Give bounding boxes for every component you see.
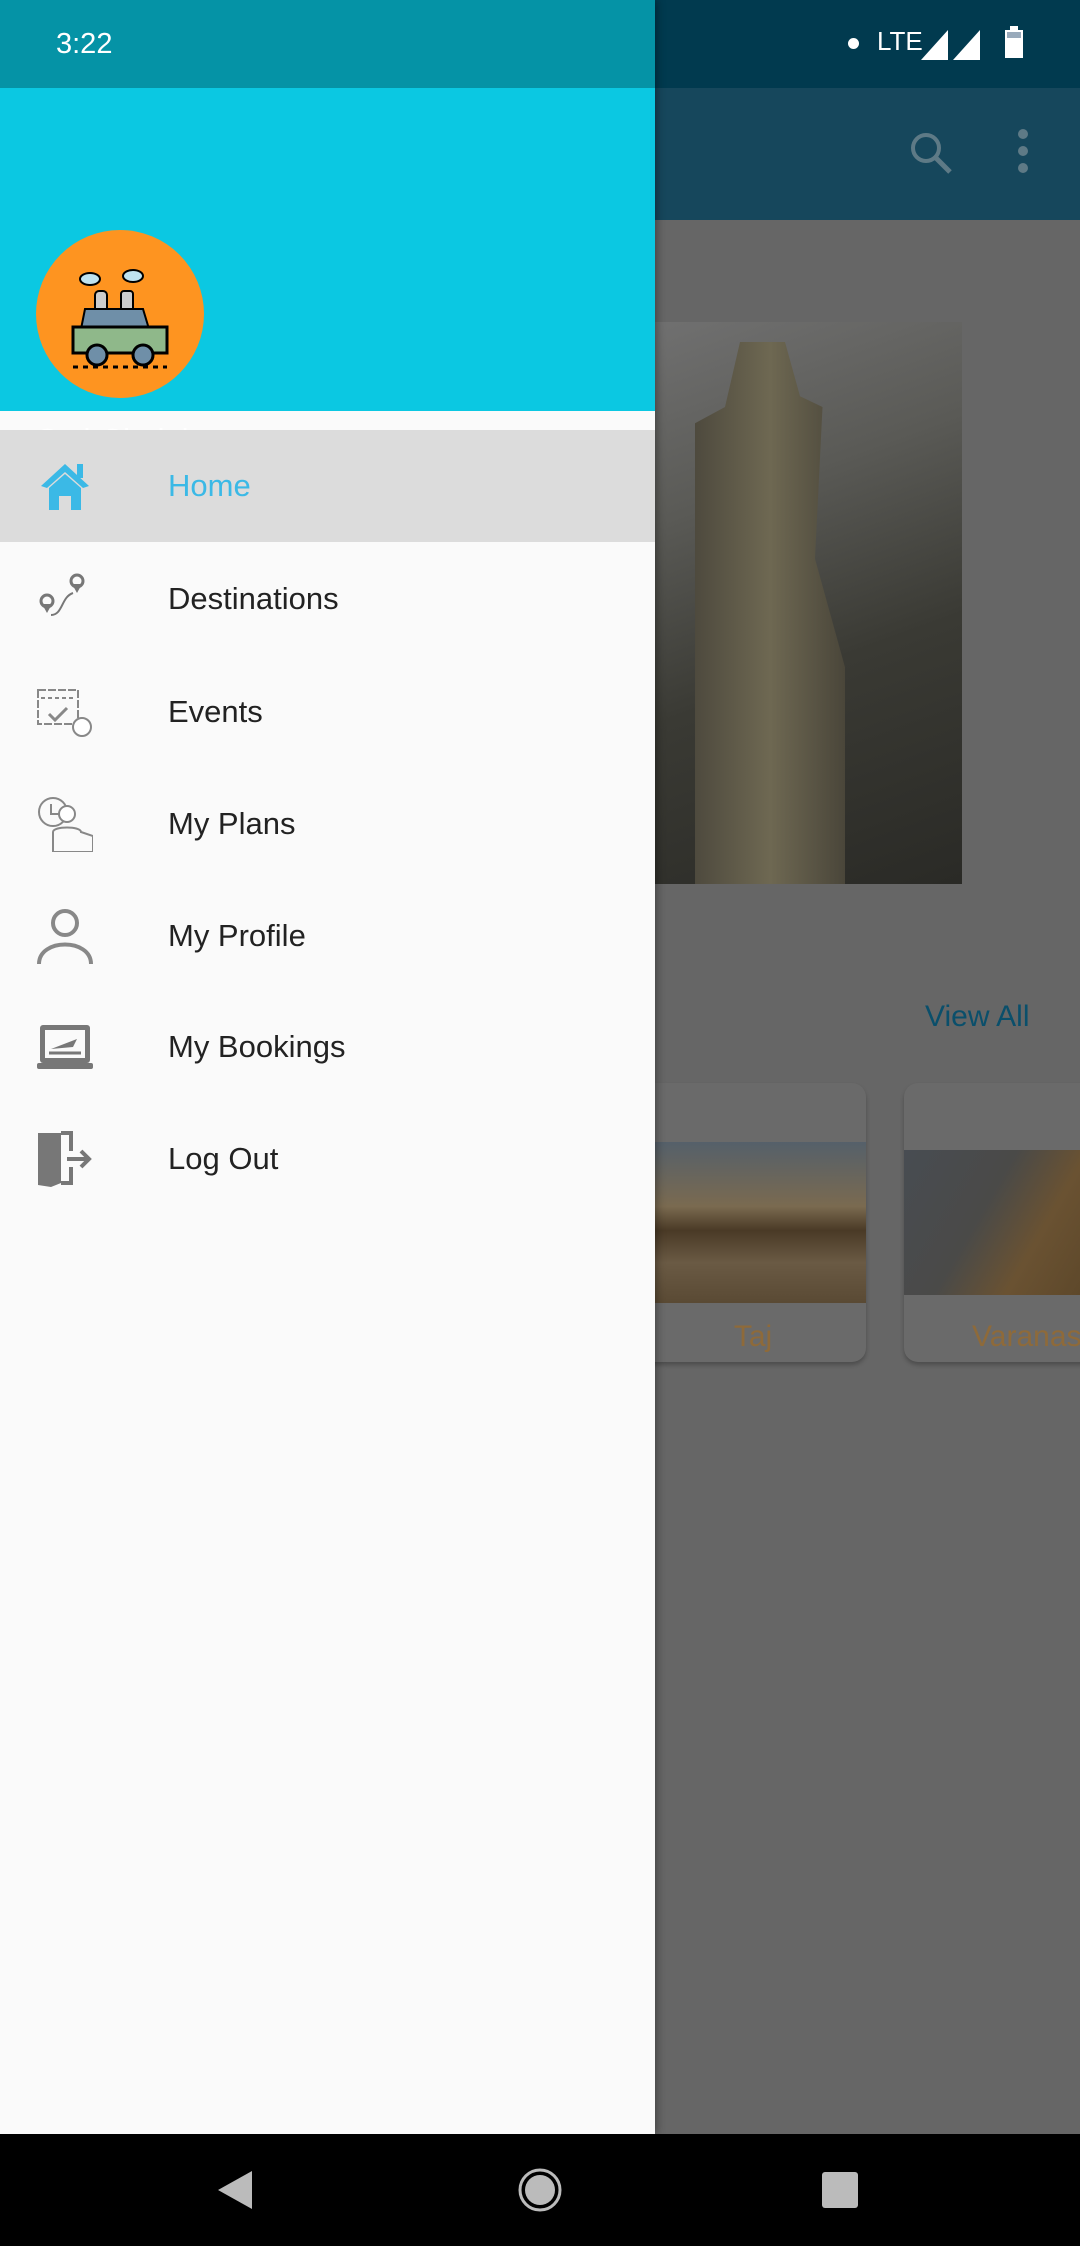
app-logo-avatar xyxy=(36,230,204,398)
jeep-icon xyxy=(71,269,169,369)
person-icon xyxy=(37,909,93,964)
recents-icon[interactable] xyxy=(822,2172,858,2208)
notification-dot-icon xyxy=(848,38,859,49)
logout-door-icon xyxy=(38,1131,92,1187)
home-nav-icon[interactable] xyxy=(517,2167,563,2213)
drawer-item-my-profile[interactable]: My Profile xyxy=(0,880,655,992)
card-image xyxy=(640,1142,866,1303)
battery-icon xyxy=(1005,26,1023,58)
back-icon[interactable] xyxy=(218,2171,254,2209)
drawer-item-label: My Bookings xyxy=(168,1029,346,1064)
signal-icon xyxy=(921,30,980,60)
search-icon[interactable] xyxy=(908,130,954,176)
route-pin-icon xyxy=(39,573,85,616)
drawer-header: SathChalein xyxy=(0,88,655,457)
status-time: 3:22 xyxy=(56,28,113,60)
toolbar xyxy=(655,88,1080,220)
destination-card[interactable]: Varanas xyxy=(904,1083,1080,1362)
drawer-item-destinations[interactable]: Destinations xyxy=(0,543,655,655)
network-type: LTE xyxy=(877,26,923,56)
system-nav-bar xyxy=(0,2134,1080,2246)
drawer-item-my-plans[interactable]: My Plans xyxy=(0,768,655,880)
calendar-check-icon xyxy=(37,689,92,737)
status-bar-left: 3:22 xyxy=(0,0,655,88)
view-all-link[interactable]: View All xyxy=(925,1000,1030,1034)
laptop-flight-icon xyxy=(37,1025,93,1069)
status-bar-right: LTE xyxy=(655,0,1080,88)
drawer-item-events[interactable]: Events xyxy=(0,656,655,768)
destination-card[interactable]: Taj xyxy=(640,1083,866,1362)
navigation-drawer: 3:22 SathChalein Home Destinations Event… xyxy=(0,0,655,2134)
drawer-item-label: Log Out xyxy=(168,1141,279,1176)
card-label: Varanas xyxy=(972,1320,1080,1353)
drawer-item-label: My Profile xyxy=(168,918,306,953)
drawer-item-label: Events xyxy=(168,694,263,729)
drawer-item-log-out[interactable]: Log Out xyxy=(0,1103,655,1215)
card-label: Taj xyxy=(733,1320,773,1353)
drawer-item-label: Home xyxy=(168,468,251,503)
more-options-icon[interactable] xyxy=(1017,128,1029,174)
home-icon xyxy=(41,464,89,510)
drawer-item-home[interactable]: Home xyxy=(0,430,655,542)
drawer-item-label: Destinations xyxy=(168,581,339,616)
hero-image xyxy=(655,322,962,884)
drawer-item-my-bookings[interactable]: My Bookings xyxy=(0,991,655,1103)
card-image xyxy=(904,1150,1080,1295)
clock-person-icon xyxy=(38,797,93,852)
drawer-item-label: My Plans xyxy=(168,806,296,841)
